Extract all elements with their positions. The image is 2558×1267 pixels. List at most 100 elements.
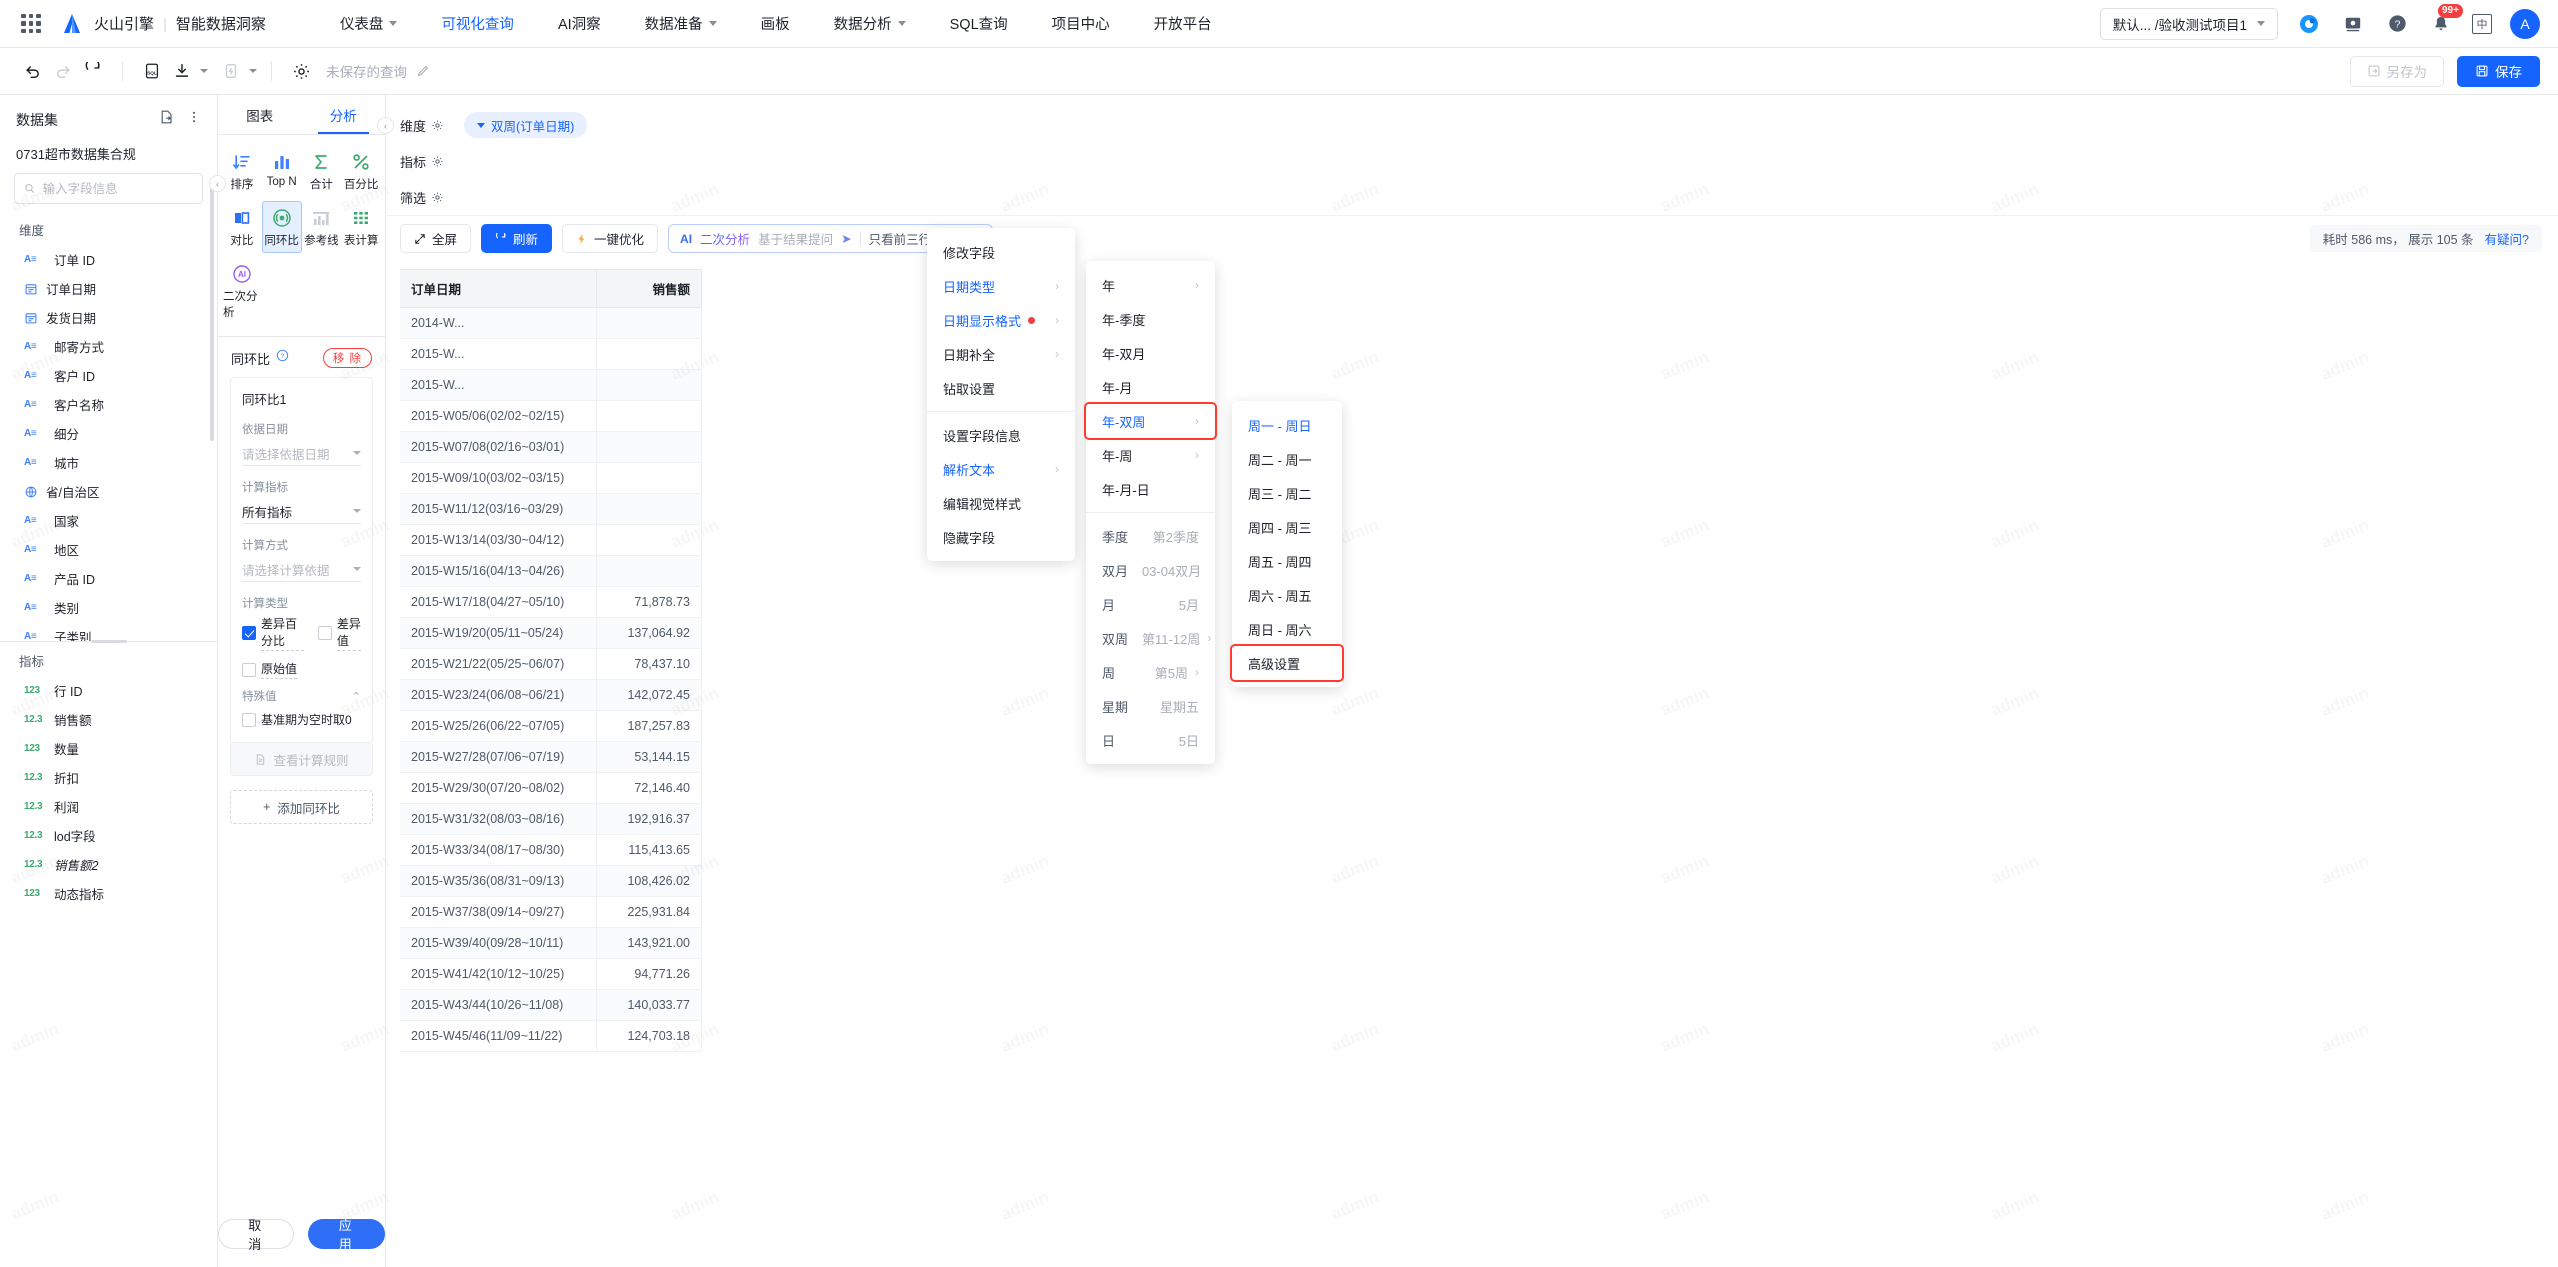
table-row[interactable]: 2015-W45/46(11/09~11/22) 124,703.18: [400, 1020, 702, 1052]
dataset-more-icon[interactable]: [187, 110, 201, 129]
tab-chart[interactable]: 图表: [218, 95, 302, 134]
week-start-option[interactable]: 周五 - 周四: [1232, 544, 1342, 578]
menu-item[interactable]: 编辑视觉样式: [927, 486, 1075, 520]
send-arrow-icon[interactable]: ➤: [841, 231, 851, 246]
redo-icon[interactable]: [48, 56, 78, 86]
nav-item-data-prep[interactable]: 数据准备: [623, 13, 739, 34]
checkbox-box[interactable]: [317, 626, 332, 640]
nav-item-data-analysis[interactable]: 数据分析: [812, 13, 928, 34]
field-item[interactable]: A≡ 订单 ID: [0, 245, 217, 274]
help-circle-icon[interactable]: ?: [276, 349, 289, 367]
checkbox-box[interactable]: [242, 712, 256, 727]
table-row[interactable]: 2015-W13/14(03/30~04/12): [400, 524, 702, 556]
week-start-option[interactable]: 周四 - 周三: [1232, 510, 1342, 544]
tool-reference-line[interactable]: 参考线: [302, 201, 342, 253]
date-part-option[interactable]: 双周 第11-12周 ›: [1086, 621, 1215, 655]
field-item[interactable]: 订单日期: [0, 274, 217, 303]
field-item[interactable]: 12.3 折扣: [0, 763, 217, 792]
menu-item[interactable]: 日期类型 ›: [927, 269, 1075, 303]
gear-icon[interactable]: [286, 56, 316, 86]
date-format-option[interactable]: 年 ›: [1086, 268, 1215, 302]
date-part-option[interactable]: 月 5月: [1086, 587, 1215, 621]
field-item[interactable]: A≡ 邮寄方式: [0, 332, 217, 361]
apply-button[interactable]: 应 用: [307, 1218, 385, 1252]
table-row[interactable]: 2015-W19/20(05/11~05/24) 137,064.92: [400, 617, 702, 649]
tool-percent[interactable]: 百分比: [341, 145, 381, 197]
fullscreen-button[interactable]: 全屏: [400, 224, 472, 253]
menu-item[interactable]: 钻取设置: [927, 371, 1075, 405]
table-row[interactable]: 2015-W07/08(02/16~03/01): [400, 431, 702, 463]
menu-item[interactable]: 解析文本 ›: [927, 452, 1075, 486]
dimension-scrollbar[interactable]: [210, 179, 214, 441]
date-part-option[interactable]: 周 第5周 ›: [1086, 655, 1215, 689]
tab-analysis[interactable]: 分析: [302, 95, 386, 134]
help-icon[interactable]: ?: [2384, 11, 2410, 37]
download-chevron-icon[interactable]: [200, 69, 208, 73]
language-switch[interactable]: 中: [2472, 13, 2492, 34]
field-item[interactable]: A≡ 产品 ID: [0, 564, 217, 593]
date-part-option[interactable]: 星期 星期五: [1086, 689, 1215, 723]
app-grid-icon[interactable]: [18, 11, 44, 37]
nav-item-ai-insight[interactable]: AI洞察: [536, 13, 623, 34]
table-row[interactable]: 2015-W05/06(02/02~02/15): [400, 400, 702, 432]
view-calc-rule-button[interactable]: 查看计算规则: [230, 743, 373, 776]
tool-yoy[interactable]: 同环比: [261, 201, 302, 253]
settings-icon[interactable]: [2340, 11, 2366, 37]
table-row[interactable]: 2015-W11/12(03/16~03/29): [400, 493, 702, 525]
tool-topn[interactable]: Top N: [262, 145, 302, 197]
date-format-option[interactable]: 年-季度: [1086, 302, 1215, 336]
edit-pencil-icon[interactable]: [407, 56, 437, 86]
week-start-option[interactable]: 周六 - 周五: [1232, 578, 1342, 612]
calc-method-select[interactable]: 请选择计算依据: [242, 557, 361, 582]
table-row[interactable]: 2015-W41/42(10/12~10/25) 94,771.26: [400, 958, 702, 990]
optimize-button[interactable]: 一键优化: [562, 224, 659, 253]
field-search-box[interactable]: [14, 173, 203, 204]
date-format-option[interactable]: 年-双周 ›: [1084, 402, 1217, 440]
tool-compare[interactable]: 对比: [222, 201, 262, 253]
week-start-option[interactable]: 高级设置: [1230, 644, 1344, 682]
menu-item[interactable]: 修改字段: [927, 235, 1075, 269]
table-row[interactable]: 2015-W43/44(10/26~11/08) 140,033.77: [400, 989, 702, 1021]
save-button[interactable]: 保存: [2457, 55, 2540, 87]
date-format-option[interactable]: 年-周 ›: [1086, 438, 1215, 472]
date-part-option[interactable]: 双月 03-04双月: [1086, 553, 1215, 587]
date-format-option[interactable]: 年-双月: [1086, 336, 1215, 370]
field-item[interactable]: 12.3 利润: [0, 792, 217, 821]
field-item[interactable]: A≡ 客户名称: [0, 390, 217, 419]
avatar[interactable]: A: [2510, 8, 2540, 39]
sql-icon[interactable]: SQL: [137, 56, 167, 86]
field-item[interactable]: 发货日期: [0, 303, 217, 332]
tool-ai-analysis[interactable]: AI 二次分析: [222, 257, 262, 325]
field-item[interactable]: A≡ 子类别: [0, 622, 217, 641]
field-item[interactable]: 123 动态指标: [0, 879, 217, 908]
table-row[interactable]: 2015-W39/40(09/28~10/11) 143,921.00: [400, 927, 702, 959]
menu-item[interactable]: 隐藏字段: [927, 520, 1075, 554]
remove-yoy-button[interactable]: 移 除: [322, 348, 372, 368]
date-format-option[interactable]: 年-月-日: [1086, 472, 1215, 506]
field-item[interactable]: 123 行 ID: [0, 676, 217, 705]
switch-dataset-icon[interactable]: [159, 109, 175, 130]
table-row[interactable]: 2015-W31/32(08/03~08/16) 192,916.37: [400, 803, 702, 835]
date-part-option[interactable]: 日 5日: [1086, 723, 1215, 757]
menu-item[interactable]: 日期补全 ›: [927, 337, 1075, 371]
column-header-order-date[interactable]: 订单日期: [400, 270, 597, 308]
menu-item[interactable]: 日期显示格式 ›: [927, 303, 1075, 337]
refresh-button[interactable]: 刷新: [481, 224, 553, 253]
checkbox-null-as-zero[interactable]: 基准期为空时取0: [242, 711, 361, 728]
calc-metric-select[interactable]: 所有指标: [242, 499, 361, 524]
notifications-icon[interactable]: 99+: [2428, 3, 2463, 37]
table-row[interactable]: 2015-W25/26(06/22~07/05) 187,257.83: [400, 710, 702, 742]
table-row[interactable]: 2015-W17/18(04/27~05/10) 71,878.73: [400, 586, 702, 618]
save-as-button[interactable]: 另存为: [2349, 55, 2444, 87]
table-row[interactable]: 2015-W23/24(06/08~06/21) 142,072.45: [400, 679, 702, 711]
nav-item-canvas[interactable]: 画板: [739, 13, 812, 34]
refresh-icon[interactable]: [78, 56, 108, 86]
special-value-header[interactable]: 特殊值 ⌃: [242, 688, 361, 704]
menu-item[interactable]: 设置字段信息: [927, 418, 1075, 452]
table-row[interactable]: 2015-W...: [400, 369, 702, 401]
field-item[interactable]: A≡ 类别: [0, 593, 217, 622]
table-row[interactable]: 2014-W...: [400, 307, 702, 339]
checkbox-box[interactable]: [242, 626, 256, 640]
nav-item-project-center[interactable]: 项目中心: [1030, 13, 1132, 34]
field-item[interactable]: A≡ 国家: [0, 506, 217, 535]
